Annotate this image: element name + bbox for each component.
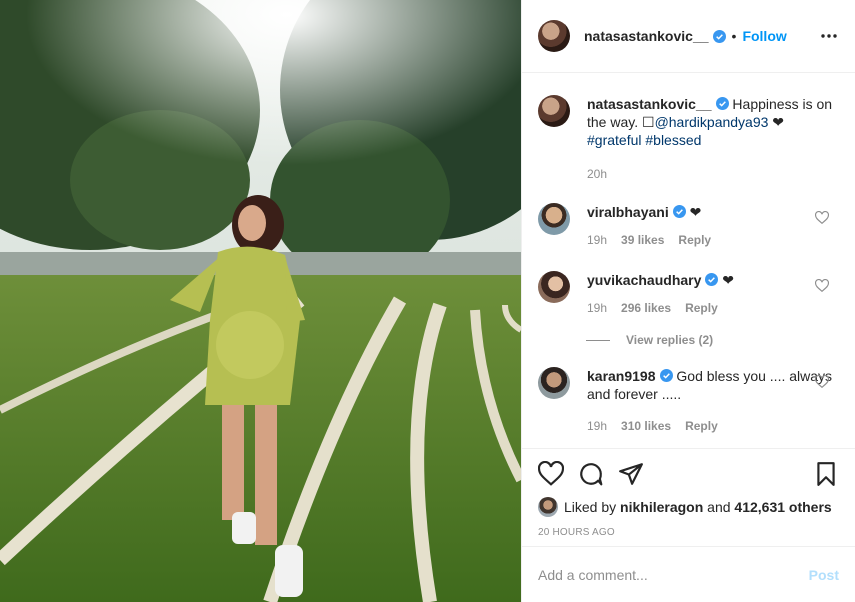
hashtag-link[interactable]: #grateful [587, 132, 641, 148]
liker-avatar[interactable] [538, 497, 558, 517]
comment-likes[interactable]: 310 likes [621, 417, 671, 435]
commenter-username[interactable]: yuvikachaudhary [587, 272, 701, 288]
follow-button[interactable]: Follow [742, 28, 786, 44]
verified-badge-icon [705, 273, 719, 286]
hashtag-link[interactable]: #blessed [645, 132, 701, 148]
post-timestamp[interactable]: 20 HOURS AGO [538, 527, 839, 538]
more-icon [821, 34, 837, 38]
comment-item: karan9198 God bless you .... always and … [538, 367, 839, 435]
commenter-avatar[interactable] [538, 203, 570, 235]
view-replies-button[interactable]: View replies (2) [586, 333, 839, 347]
save-bookmark-icon[interactable] [813, 461, 839, 487]
commenter-avatar[interactable] [538, 271, 570, 303]
comment-time[interactable]: 19h [587, 299, 607, 317]
comment-text: ❤ [689, 204, 702, 220]
action-icons [538, 459, 839, 489]
share-icon[interactable] [618, 461, 644, 487]
instagram-post: natasastankovic__ • Follow natasastankov… [0, 0, 855, 602]
comment-time[interactable]: 19h [587, 417, 607, 435]
caption-time[interactable]: 20h [587, 165, 607, 183]
photo-illustration [0, 0, 521, 602]
comment-text: ❤ [722, 272, 735, 288]
separator: • [731, 28, 737, 44]
author-username[interactable]: natasastankovic__ [584, 28, 709, 44]
caption-avatar[interactable] [538, 95, 570, 127]
comment-icon[interactable] [578, 461, 604, 487]
commenter-username[interactable]: karan9198 [587, 368, 656, 384]
post-comment-button[interactable]: Post [809, 567, 839, 583]
caption: natasastankovic__ Happiness is on the wa… [538, 95, 839, 183]
like-comment-heart-icon[interactable] [815, 375, 829, 389]
comment-likes[interactable]: 296 likes [621, 299, 671, 317]
likes-count[interactable]: 412,631 others [734, 499, 831, 515]
caption-username[interactable]: natasastankovic__ [587, 96, 712, 112]
like-comment-heart-icon[interactable] [815, 279, 829, 293]
post-photo[interactable] [0, 0, 521, 602]
caption-glyph: ☐ [642, 114, 655, 130]
likes-summary[interactable]: Liked by nikhileragon and 412,631 others [538, 497, 839, 517]
post-header: natasastankovic__ • Follow [522, 0, 855, 73]
likes-middle: and [703, 499, 735, 515]
reply-button[interactable]: Reply [678, 231, 711, 249]
verified-badge-icon [715, 97, 729, 110]
post-actions: Liked by nikhileragon and 412,631 others… [522, 448, 855, 602]
likes-prefix: Liked by [564, 499, 617, 515]
liker-username[interactable]: nikhileragon [620, 499, 703, 515]
reply-button[interactable]: Reply [685, 417, 718, 435]
like-comment-heart-icon[interactable] [815, 211, 829, 225]
comment-time[interactable]: 19h [587, 231, 607, 249]
more-options-button[interactable] [819, 26, 839, 46]
verified-badge-icon [712, 29, 726, 43]
comment-likes[interactable]: 39 likes [621, 231, 664, 249]
like-heart-icon[interactable] [538, 461, 564, 487]
verified-badge-icon [659, 369, 673, 382]
comment-item: yuvikachaudhary ❤ 19h 296 likes Reply [538, 271, 839, 317]
view-replies-label: View replies (2) [626, 333, 714, 347]
comment-item: viralbhayani ❤ 19h 39 likes Reply [538, 203, 839, 249]
caption-heart: ❤ [768, 114, 785, 130]
commenter-username[interactable]: viralbhayani [587, 204, 669, 220]
author-avatar[interactable] [538, 20, 570, 52]
reply-button[interactable]: Reply [685, 299, 718, 317]
commenter-avatar[interactable] [538, 367, 570, 399]
comments-list[interactable]: natasastankovic__ Happiness is on the wa… [522, 73, 855, 448]
mention-link[interactable]: @hardikpandya93 [655, 114, 769, 130]
add-comment-bar: Post [522, 546, 855, 602]
replies-divider [586, 339, 610, 341]
verified-badge-icon [672, 205, 686, 218]
add-comment-input[interactable] [538, 566, 809, 583]
post-sidebar: natasastankovic__ • Follow natasastankov… [521, 0, 855, 602]
